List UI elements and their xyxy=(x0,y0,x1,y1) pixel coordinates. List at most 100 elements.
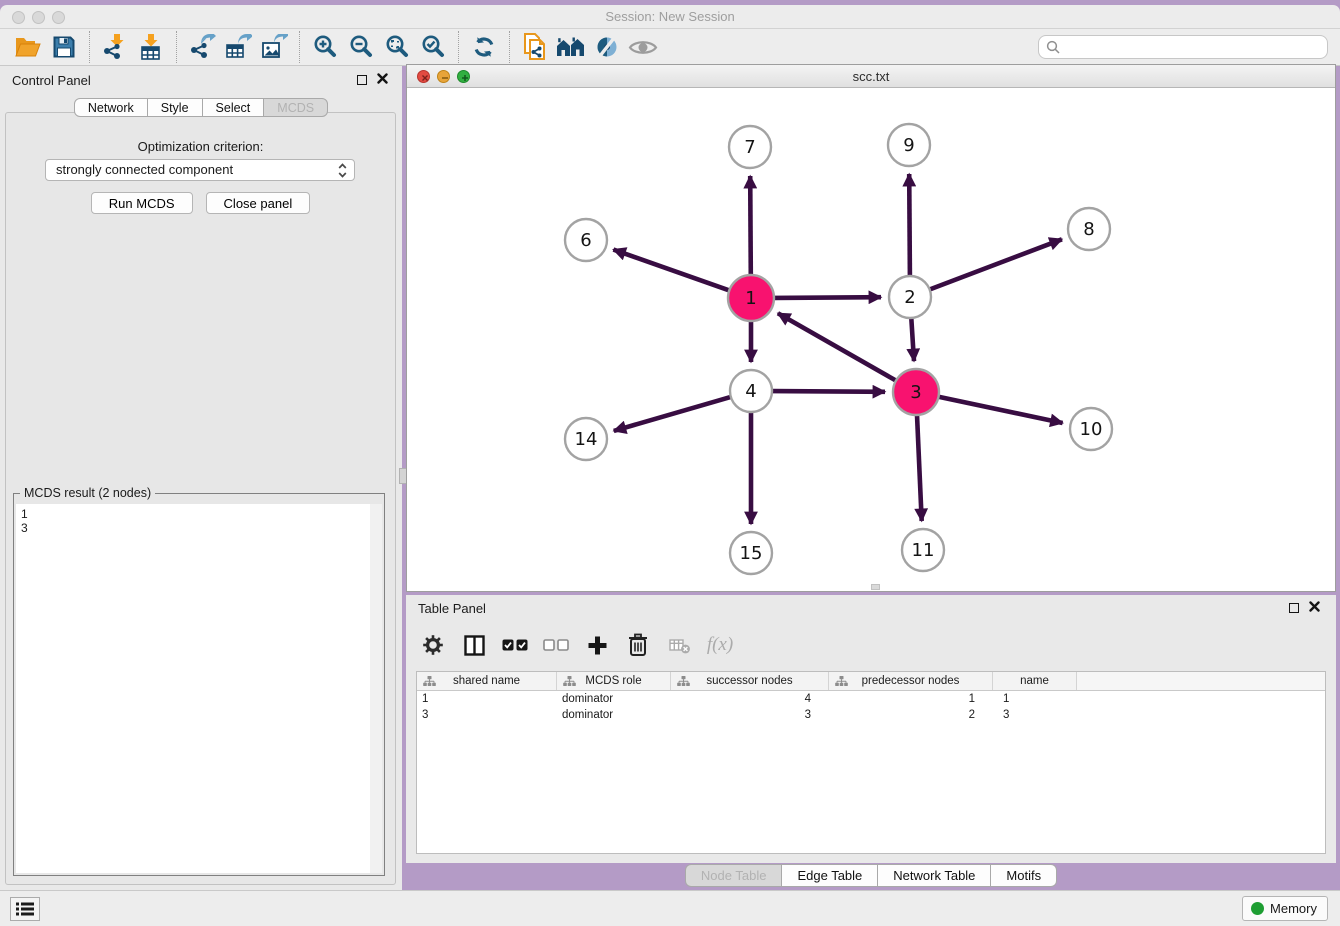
graph-node-14[interactable]: 14 xyxy=(565,418,607,460)
select-all-columns-button[interactable] xyxy=(500,630,530,660)
graph-node-2[interactable]: 2 xyxy=(889,276,931,318)
close-network-button[interactable] xyxy=(417,70,430,83)
edge-2-9[interactable] xyxy=(909,174,910,276)
maximize-network-button[interactable] xyxy=(457,70,470,83)
zoom-window-button[interactable] xyxy=(52,11,65,24)
edge-2-8[interactable] xyxy=(930,239,1062,289)
tab-edge-table[interactable]: Edge Table xyxy=(781,864,878,887)
tab-node-table[interactable]: Node Table xyxy=(685,864,783,887)
zoom-in-button[interactable] xyxy=(307,31,343,63)
criterion-dropdown[interactable]: strongly connected component xyxy=(45,159,355,181)
export-network-button[interactable] xyxy=(184,31,220,63)
table-settings-button[interactable] xyxy=(418,630,448,660)
add-column-button[interactable] xyxy=(582,630,612,660)
edge-1-2[interactable] xyxy=(774,297,881,298)
close-panel-icon[interactable] xyxy=(377,71,388,89)
visibility-button-disabled xyxy=(625,31,661,63)
cell-predecessor-nodes[interactable]: 2 xyxy=(829,707,993,723)
network-window-titlebar[interactable]: scc.txt xyxy=(407,65,1335,88)
tab-motifs[interactable]: Motifs xyxy=(990,864,1057,887)
tab-select[interactable]: Select xyxy=(202,98,265,117)
column-header-mcds-role[interactable]: MCDS role xyxy=(557,672,671,690)
export-table-button[interactable] xyxy=(220,31,256,63)
cell-mcds-role[interactable]: dominator xyxy=(557,691,671,707)
memory-button[interactable]: Memory xyxy=(1242,896,1328,921)
zoom-out-button[interactable] xyxy=(343,31,379,63)
refresh-button[interactable] xyxy=(466,31,502,63)
graph-node-7[interactable]: 7 xyxy=(729,126,771,168)
cell-successor-nodes[interactable]: 3 xyxy=(671,707,829,723)
search-field[interactable] xyxy=(1038,35,1328,59)
graph-node-9[interactable]: 9 xyxy=(888,124,930,166)
cell-shared-name[interactable]: 1 xyxy=(417,691,557,707)
result-scrollbar[interactable] xyxy=(369,504,382,873)
table-row[interactable]: 1dominator411 xyxy=(417,691,1325,707)
float-table-panel-icon[interactable] xyxy=(1289,603,1299,613)
criterion-dropdown-value: strongly connected component xyxy=(56,162,233,177)
cell-name[interactable]: 3 xyxy=(993,707,1077,723)
edge-4-3[interactable] xyxy=(772,391,885,392)
import-network-button[interactable] xyxy=(97,31,133,63)
column-layout-button[interactable] xyxy=(459,630,489,660)
run-mcds-button[interactable]: Run MCDS xyxy=(91,192,193,214)
toolbar-separator xyxy=(176,31,177,63)
graph-node-8[interactable]: 8 xyxy=(1068,208,1110,250)
edge-1-6[interactable] xyxy=(613,250,729,291)
graph-node-15[interactable]: 15 xyxy=(730,532,772,574)
import-table-button[interactable] xyxy=(133,31,169,63)
cell-shared-name[interactable]: 3 xyxy=(417,707,557,723)
network-canvas[interactable]: 7 9 6 8 1 2 4 3 14 10 15 11 xyxy=(407,89,1335,591)
graph-node-10[interactable]: 10 xyxy=(1070,408,1112,450)
tab-network[interactable]: Network xyxy=(74,98,148,117)
export-image-button[interactable] xyxy=(256,31,292,63)
column-header-predecessor-nodes[interactable]: predecessor nodes xyxy=(829,672,993,690)
edge-1-7[interactable] xyxy=(750,176,751,275)
tab-network-table[interactable]: Network Table xyxy=(877,864,991,887)
tab-style[interactable]: Style xyxy=(147,98,203,117)
column-header-successor-nodes[interactable]: successor nodes xyxy=(671,672,829,690)
delete-column-button[interactable] xyxy=(623,630,653,660)
graph-node-1[interactable]: 1 xyxy=(728,275,774,321)
network-window-title: scc.txt xyxy=(407,65,1335,88)
cell-name[interactable]: 1 xyxy=(993,691,1077,707)
minimize-window-button[interactable] xyxy=(32,11,45,24)
canvas-resize-nub[interactable] xyxy=(871,584,880,590)
column-header-name[interactable]: name xyxy=(993,672,1077,690)
tab-mcds[interactable]: MCDS xyxy=(263,98,328,117)
open-session-button[interactable] xyxy=(10,31,46,63)
deselect-all-columns-button[interactable] xyxy=(541,630,571,660)
close-table-panel-icon[interactable] xyxy=(1309,599,1320,617)
edge-4-14[interactable] xyxy=(614,397,731,431)
edge-3-1[interactable] xyxy=(778,313,896,380)
edge-3-10[interactable] xyxy=(939,397,1063,423)
network-graph[interactable]: 7 9 6 8 1 2 4 3 14 10 15 11 xyxy=(407,89,1335,592)
minimize-network-button[interactable] xyxy=(437,70,450,83)
close-panel-button[interactable]: Close panel xyxy=(206,192,311,214)
float-panel-icon[interactable] xyxy=(357,75,367,85)
graph-node-11[interactable]: 11 xyxy=(902,529,944,571)
hide-graphics-button[interactable] xyxy=(589,31,625,63)
cell-mcds-role[interactable]: dominator xyxy=(557,707,671,723)
table-row[interactable]: 3dominator323 xyxy=(417,707,1325,723)
houses-button[interactable] xyxy=(553,31,589,63)
zoom-selected-button[interactable] xyxy=(415,31,451,63)
mcds-result-text[interactable]: 1 3 xyxy=(16,504,369,873)
column-header-shared-name[interactable]: shared name xyxy=(417,672,557,690)
cell-successor-nodes[interactable]: 4 xyxy=(671,691,829,707)
zoom-fit-button[interactable] xyxy=(379,31,415,63)
svg-text:1: 1 xyxy=(745,288,756,309)
graph-node-4[interactable]: 4 xyxy=(730,370,772,412)
duplicate-network-button[interactable] xyxy=(517,31,553,63)
graph-node-3[interactable]: 3 xyxy=(893,369,939,415)
graph-node-6[interactable]: 6 xyxy=(565,219,607,261)
close-window-button[interactable] xyxy=(12,11,25,24)
table-header-row: shared nameMCDS rolesuccessor nodesprede… xyxy=(417,672,1325,691)
search-input[interactable] xyxy=(1066,37,1327,57)
task-history-button[interactable] xyxy=(10,897,40,921)
mcds-panel: Optimization criterion: strongly connect… xyxy=(5,112,396,885)
checked-boxes-icon xyxy=(502,639,528,651)
save-session-button[interactable] xyxy=(46,31,82,63)
cell-predecessor-nodes[interactable]: 1 xyxy=(829,691,993,707)
edge-3-11[interactable] xyxy=(917,415,922,521)
edge-2-3[interactable] xyxy=(911,318,914,361)
